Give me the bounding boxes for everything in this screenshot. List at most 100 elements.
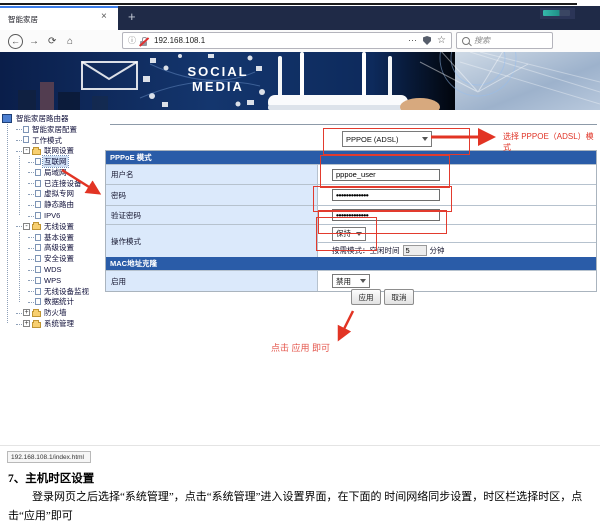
sidebar-item[interactable]: IPV6 bbox=[2, 210, 105, 221]
sidebar-item[interactable]: 虚拟专网 bbox=[2, 189, 105, 200]
sidebar-item-label: 数据统计 bbox=[43, 296, 75, 307]
banner-media-text: MEDIA bbox=[192, 79, 244, 94]
tree-connector bbox=[28, 182, 34, 184]
sidebar-item[interactable]: 安全设置 bbox=[2, 253, 105, 264]
tree-item-icon bbox=[35, 244, 41, 251]
search-placeholder: 搜索 bbox=[474, 35, 490, 46]
sidebar-item-label: 静态路由 bbox=[43, 199, 75, 210]
site-info-icon[interactable]: ⓘ bbox=[128, 35, 136, 46]
search-field[interactable]: 搜索 bbox=[456, 32, 553, 49]
password-input[interactable] bbox=[332, 189, 440, 201]
sidebar-item-label: 高级设置 bbox=[43, 242, 75, 253]
tree-item-icon bbox=[35, 212, 41, 219]
window-top-border bbox=[0, 3, 577, 5]
sidebar-item[interactable]: 工作模式 bbox=[2, 135, 105, 146]
tree-item-icon bbox=[35, 277, 41, 284]
sidebar-item-label: 无线设置 bbox=[43, 221, 75, 232]
bookmark-star-icon[interactable]: ☆ bbox=[437, 35, 446, 46]
mac-enable-label: 启用 bbox=[106, 271, 318, 291]
home-icon[interactable]: ⌂ bbox=[67, 36, 73, 47]
sidebar-item[interactable]: 局域网 bbox=[2, 167, 105, 178]
tree-expander-icon[interactable]: - bbox=[23, 147, 30, 154]
sidebar-item[interactable]: WDS bbox=[2, 264, 105, 275]
pppoe-settings-table: PPPoE 模式 用户名 密码 验证密码 操作模式 保持 bbox=[105, 150, 597, 292]
sidebar-item-label: 虚拟专网 bbox=[43, 188, 75, 199]
active-tab-accent bbox=[0, 6, 118, 8]
tree-expander-icon[interactable]: + bbox=[23, 309, 30, 316]
sidebar-item[interactable]: - 联网设置 bbox=[2, 145, 105, 156]
router-page-banner: SOCIAL MEDIA bbox=[0, 52, 600, 110]
tree-item-icon bbox=[35, 288, 41, 295]
mac-enable-select[interactable]: 禁用 bbox=[332, 274, 370, 288]
tree-item-icon bbox=[32, 322, 41, 328]
tree-connector bbox=[28, 258, 34, 260]
sidebar-item[interactable]: 智能家居配置 bbox=[2, 124, 105, 135]
tree-item-icon bbox=[35, 234, 41, 241]
address-bar[interactable]: ⓘ 192.168.108.1 ⋯ ☆ bbox=[122, 32, 452, 49]
sidebar-item-root[interactable]: 智能家居路由器 bbox=[2, 113, 105, 124]
tree-connector bbox=[28, 193, 34, 195]
sidebar-item-label: 智能家居配置 bbox=[31, 124, 78, 135]
sidebar-item-label: 互联网 bbox=[43, 156, 68, 167]
tree-expander-icon[interactable]: - bbox=[23, 223, 30, 230]
tab-close-icon[interactable]: × bbox=[101, 11, 107, 22]
banner-person-shirt bbox=[455, 52, 600, 110]
tree-connector bbox=[28, 301, 34, 303]
wan-type-value: PPPOE (ADSL) bbox=[346, 135, 399, 144]
confirm-password-input[interactable] bbox=[332, 209, 440, 221]
tree-connector bbox=[28, 247, 34, 249]
tree-connector bbox=[16, 312, 22, 314]
sidebar-item[interactable]: WPS bbox=[2, 275, 105, 286]
sidebar-item-label: 基本设置 bbox=[43, 232, 75, 243]
browser-tab[interactable]: 智能家居 × bbox=[0, 6, 118, 30]
idle-time-input[interactable] bbox=[403, 245, 427, 256]
banner-social-text: SOCIAL bbox=[187, 64, 248, 79]
navigation-tree: 智能家居路由器 智能家居配置 工作模式 bbox=[2, 113, 105, 329]
sidebar-item[interactable]: 无线设备监视 bbox=[2, 286, 105, 297]
tree-expander-icon[interactable]: + bbox=[23, 320, 30, 327]
mac-clone-section-header: MAC地址克隆 bbox=[106, 257, 596, 270]
tree-item-icon bbox=[35, 201, 41, 208]
sidebar-item[interactable]: 已连接设备 bbox=[2, 178, 105, 189]
tree-item-icon bbox=[35, 190, 41, 197]
apply-button[interactable]: 应用 bbox=[351, 289, 381, 305]
cancel-button[interactable]: 取消 bbox=[384, 289, 414, 305]
page-actions-icon[interactable]: ⋯ bbox=[408, 35, 417, 46]
sidebar-item[interactable]: - 无线设置 bbox=[2, 221, 105, 232]
router-icon bbox=[2, 114, 12, 123]
ondemand-text: 按需模式：空闲时间 bbox=[332, 245, 400, 256]
url-text[interactable]: 192.168.108.1 bbox=[154, 36, 205, 45]
tree-connector bbox=[16, 128, 22, 130]
back-icon[interactable]: ← bbox=[8, 34, 23, 49]
chevron-down-icon bbox=[360, 279, 366, 283]
document-heading: 7、主机时区设置 bbox=[8, 470, 94, 486]
reload-icon[interactable]: ⟳ bbox=[48, 36, 56, 47]
sidebar-item[interactable]: + 防火墙 bbox=[2, 307, 105, 318]
operation-mode-select[interactable]: 保持 bbox=[332, 227, 366, 241]
sidebar-item-label: 局域网 bbox=[43, 167, 68, 178]
sidebar-item-label: 工作模式 bbox=[31, 135, 63, 146]
sidebar-item-label: 无线设备监视 bbox=[43, 286, 90, 297]
pocket-shield-icon[interactable] bbox=[423, 36, 431, 45]
insecure-lock-icon bbox=[139, 35, 150, 47]
wan-type-select[interactable]: PPPOE (ADSL) bbox=[342, 131, 432, 147]
tree-connector bbox=[16, 225, 22, 227]
tree-item-icon bbox=[23, 136, 29, 143]
tree-item-icon bbox=[35, 180, 41, 187]
username-input[interactable] bbox=[332, 169, 440, 181]
new-tab-button[interactable]: + bbox=[128, 9, 136, 24]
content-divider bbox=[110, 124, 597, 125]
forward-icon[interactable]: → bbox=[29, 36, 39, 47]
sidebar-item[interactable]: 数据统计 bbox=[2, 297, 105, 308]
sidebar-item[interactable]: 基本设置 bbox=[2, 232, 105, 243]
sidebar-item[interactable]: + 系统管理 bbox=[2, 318, 105, 329]
confirm-password-label: 验证密码 bbox=[106, 206, 318, 224]
tree-connector bbox=[16, 323, 22, 325]
sidebar-item[interactable]: 互联网 bbox=[2, 156, 105, 167]
sidebar-item[interactable]: 高级设置 bbox=[2, 243, 105, 254]
tree-connector bbox=[28, 161, 34, 163]
arrow-apply-to-hint bbox=[340, 311, 353, 337]
sidebar-item[interactable]: 静态路由 bbox=[2, 199, 105, 210]
sidebar-item-label: IPV6 bbox=[43, 211, 61, 220]
tree-items: 智能家居配置 工作模式 - 联网设置 bbox=[2, 124, 105, 329]
